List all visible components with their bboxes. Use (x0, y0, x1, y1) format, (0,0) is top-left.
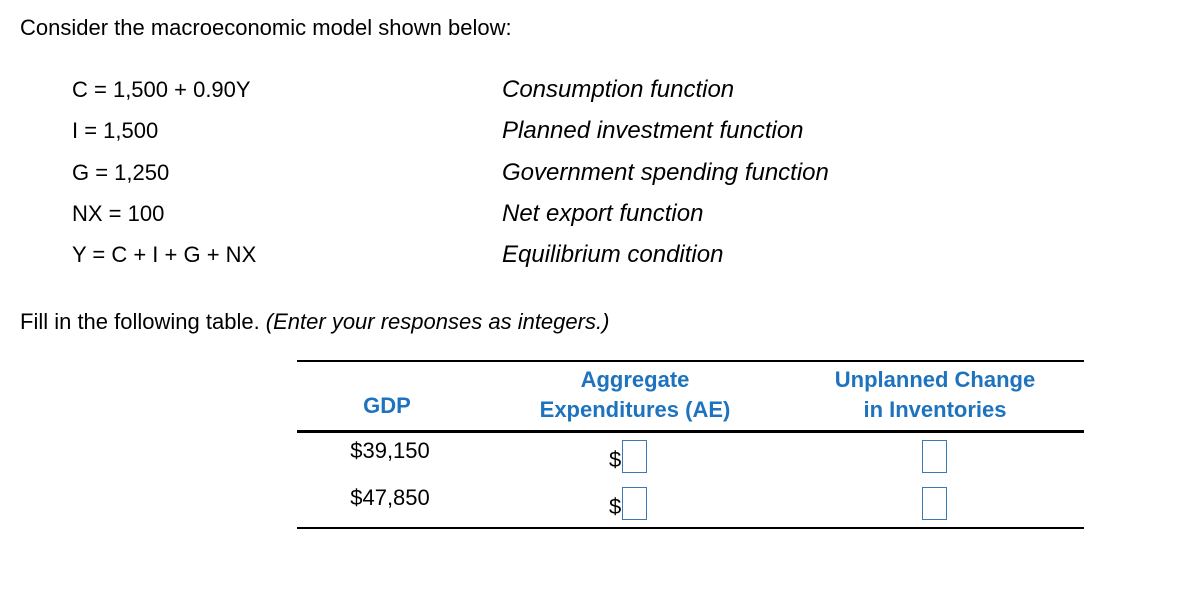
equation-description: Consumption function (502, 76, 735, 103)
equation-formula: I = 1,500 (72, 118, 159, 144)
header-ae-line1: Aggregate (580, 367, 690, 392)
instruction-main: Fill in the following table. (20, 309, 266, 334)
equation-formula: C = 1,500 + 0.90Y (72, 77, 251, 102)
intro-text: Consider the macroeconomic model shown b… (20, 15, 512, 40)
unplanned-change-input[interactable] (922, 487, 947, 520)
equation-row: NX = 100 Net export function (72, 200, 972, 241)
header-uci-line1: Unplanned Change (834, 367, 1036, 392)
header-unplanned-change: Unplanned Change in Inventories (797, 365, 1073, 425)
header-aggregate-expenditures: Aggregate Expenditures (AE) (505, 365, 765, 425)
equation-row: Y = C + I + G + NX Equilibrium condition (72, 241, 972, 282)
dollar-sign: $ (609, 447, 622, 472)
table-header-rule (297, 430, 1084, 433)
table-top-rule (297, 360, 1084, 362)
ae-cell: $ (609, 438, 648, 474)
header-uci-line2: in Inventories (863, 397, 1007, 422)
equation-row: G = 1,250 Government spending function (72, 159, 972, 200)
equation-description: Planned investment function (502, 117, 804, 145)
equation-formula: G = 1,250 (72, 159, 170, 185)
equation-description: Net export function (502, 199, 704, 227)
unplanned-change-input[interactable] (922, 440, 947, 473)
header-gdp: GDP (363, 393, 411, 418)
ae-input[interactable] (622, 439, 648, 473)
gdp-value: $47,850 (350, 485, 430, 510)
equation-row: C = 1,500 + 0.90Y Consumption function (72, 76, 972, 117)
table-bottom-rule (297, 527, 1084, 529)
equation-row: I = 1,500 Planned investment function (72, 117, 972, 158)
equation-description: Government spending function (502, 158, 829, 186)
ae-input[interactable] (622, 486, 648, 520)
instruction-note: (Enter your responses as integers.) (265, 309, 610, 334)
equation-formula: NX = 100 (72, 200, 165, 226)
uci-cell (922, 440, 947, 476)
ae-cell: $ (609, 485, 648, 521)
header-ae-line2: Expenditures (AE) (539, 397, 731, 422)
equation-formula: Y = C + I + G + NX (72, 242, 257, 267)
uci-cell (922, 487, 947, 523)
dollar-sign: $ (609, 494, 622, 519)
model-equations: C = 1,500 + 0.90Y Consumption function I… (72, 76, 972, 282)
equation-description: Equilibrium condition (502, 241, 724, 268)
instruction-text: Fill in the following table. (Enter your… (20, 308, 609, 336)
gdp-value: $39,150 (350, 438, 430, 463)
